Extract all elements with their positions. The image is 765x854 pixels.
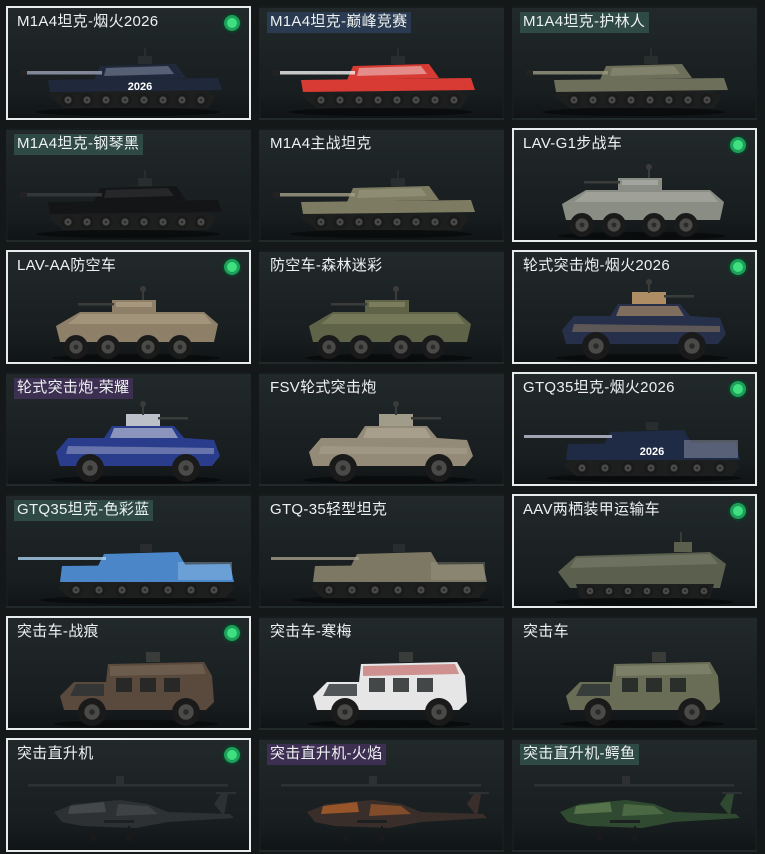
- vehicle-card[interactable]: LAV-AA防空车: [6, 250, 251, 364]
- vehicle-card[interactable]: GTQ35坦克-色彩蓝: [6, 494, 251, 608]
- vehicle-card[interactable]: GTQ35坦克-烟火2026 2026: [512, 372, 757, 486]
- vehicle-name: 突击直升机-鳄鱼: [520, 744, 640, 765]
- vehicle-card[interactable]: M1A4坦克-烟火2026 2026: [6, 6, 251, 120]
- vehicle-name: M1A4坦克-烟火2026: [17, 13, 159, 30]
- vehicle-card[interactable]: M1A4坦克-巅峰竞赛: [259, 6, 504, 120]
- vehicle-name: FSV轮式突击炮: [270, 379, 377, 396]
- vehicle-card[interactable]: M1A4坦克-钢琴黑: [6, 128, 251, 242]
- vehicle-image: [560, 652, 724, 728]
- vehicle-name: M1A4坦克-护林人: [520, 12, 650, 33]
- vehicle-name: 突击直升机-火焰: [267, 744, 387, 765]
- vehicle-name: LAV-G1步战车: [523, 135, 623, 152]
- vehicle-name: 防空车-森林迷彩: [270, 257, 383, 274]
- vehicle-name: AAV两栖装甲运输车: [523, 501, 660, 518]
- vehicle-image: [554, 532, 734, 606]
- vehicle-name: GTQ35坦克-烟火2026: [523, 379, 675, 396]
- vehicle-card[interactable]: 突击车-寒梅: [259, 616, 504, 730]
- vehicle-image: [271, 544, 489, 604]
- equipped-indicator-icon: [730, 259, 746, 275]
- equipped-indicator-icon: [224, 625, 240, 641]
- vehicle-image: 2026: [20, 48, 222, 116]
- equipped-indicator-icon: [730, 137, 746, 153]
- vehicle-card[interactable]: 突击直升机-火焰: [259, 738, 504, 852]
- vehicle-image: [273, 48, 475, 116]
- vehicle-image: [307, 652, 471, 728]
- helicopter-image: [534, 776, 742, 841]
- vehicle-card[interactable]: 防空车-森林迷彩: [259, 250, 504, 364]
- vehicle-image: [18, 544, 236, 604]
- equipped-indicator-icon: [224, 259, 240, 275]
- vehicle-image: [52, 286, 220, 362]
- vehicle-card[interactable]: M1A4坦克-护林人: [512, 6, 757, 120]
- vehicle-image: [558, 164, 726, 240]
- vehicle-name: 突击车-寒梅: [270, 623, 352, 640]
- vehicle-card[interactable]: FSV轮式突击炮: [259, 372, 504, 486]
- vehicle-image: [273, 170, 475, 238]
- vehicle-card[interactable]: 突击车-战痕: [6, 616, 251, 730]
- vehicle-card[interactable]: M1A4主战坦克: [259, 128, 504, 242]
- equipped-indicator-icon: [730, 381, 746, 397]
- vehicle-image: [556, 279, 728, 362]
- vehicle-image: [303, 401, 475, 484]
- vehicle-card[interactable]: AAV两栖装甲运输车: [512, 494, 757, 608]
- vehicle-name: 突击直升机: [17, 745, 94, 762]
- vehicle-card[interactable]: 轮式突击炮-荣耀: [6, 372, 251, 486]
- vehicle-image: [526, 48, 728, 116]
- vehicle-name: 突击车-战痕: [17, 623, 99, 640]
- vehicle-name: GTQ-35轻型坦克: [270, 501, 388, 518]
- vehicle-name: LAV-AA防空车: [17, 257, 117, 274]
- equipped-indicator-icon: [224, 747, 240, 763]
- vehicle-name: 轮式突击炮-荣耀: [14, 378, 134, 399]
- vehicle-name: M1A4坦克-钢琴黑: [14, 134, 144, 155]
- equipped-indicator-icon: [224, 15, 240, 31]
- vehicle-name: GTQ35坦克-色彩蓝: [14, 500, 154, 521]
- vehicle-image: 2026: [524, 422, 742, 482]
- helicopter-image: [281, 776, 489, 841]
- vehicle-card[interactable]: 突击直升机: [6, 738, 251, 852]
- svg-text:2026: 2026: [640, 446, 664, 458]
- vehicle-image: [20, 170, 222, 238]
- vehicle-card[interactable]: LAV-G1步战车: [512, 128, 757, 242]
- vehicle-name: M1A4坦克-巅峰竞赛: [267, 12, 412, 33]
- vehicle-name: M1A4主战坦克: [270, 135, 372, 152]
- vehicle-image: [54, 652, 218, 728]
- equipped-indicator-icon: [730, 503, 746, 519]
- vehicle-card[interactable]: GTQ-35轻型坦克: [259, 494, 504, 608]
- vehicle-card[interactable]: 突击车: [512, 616, 757, 730]
- svg-text:2026: 2026: [128, 81, 152, 93]
- vehicle-name: 轮式突击炮-烟火2026: [523, 257, 670, 274]
- vehicle-card[interactable]: 突击直升机-鳄鱼: [512, 738, 757, 852]
- vehicle-skin-grid: M1A4坦克-烟火2026 2026 M1A4坦克-巅峰竞赛 M1A4坦克-护林人 M1…: [0, 0, 765, 854]
- vehicle-image: [305, 286, 473, 362]
- helicopter-image: [28, 776, 236, 841]
- vehicle-name: 突击车: [523, 623, 569, 640]
- vehicle-image: [50, 401, 222, 484]
- vehicle-card[interactable]: 轮式突击炮-烟火2026: [512, 250, 757, 364]
